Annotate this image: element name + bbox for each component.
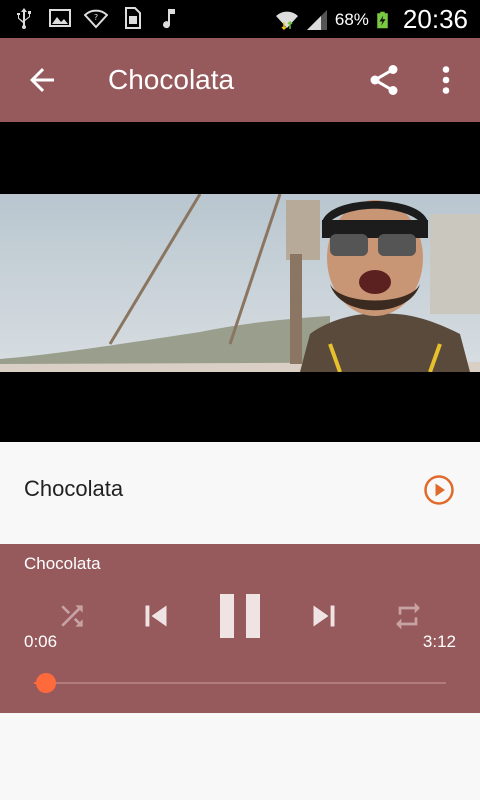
player-track-title: Chocolata (24, 554, 101, 573)
arrow-back-icon[interactable] (24, 62, 60, 98)
battery-charging-icon (377, 11, 388, 28)
skip-previous-icon[interactable] (138, 598, 174, 634)
video-frame (0, 194, 480, 372)
status-notifications: ? (12, 6, 180, 30)
signal-icon (306, 9, 327, 30)
wifi-transfer-icon (275, 11, 298, 30)
sim-icon (125, 7, 141, 29)
skip-next-icon[interactable] (306, 598, 342, 634)
seek-bar[interactable] (34, 672, 446, 694)
image-icon (49, 9, 71, 27)
usb-icon (17, 8, 31, 30)
pause-icon[interactable] (218, 592, 262, 640)
shuffle-icon[interactable] (56, 600, 88, 632)
page-title: Chocolata (108, 64, 235, 95)
play-circle-icon[interactable] (423, 474, 455, 506)
repeat-icon[interactable] (392, 600, 424, 632)
song-list-item[interactable]: Chocolata (0, 442, 480, 544)
status-bar: ? 68% 20:36 (0, 0, 480, 38)
clock: 20:36 (402, 4, 468, 34)
battery-percentage: 68% (334, 9, 369, 29)
app-toolbar: Chocolata (0, 38, 480, 122)
current-time: 0:06 (24, 632, 58, 651)
video-player[interactable] (0, 122, 480, 442)
total-time: 3:12 (422, 632, 456, 651)
more-vert-icon[interactable] (432, 62, 460, 98)
share-icon[interactable] (366, 62, 402, 98)
music-note-icon (163, 9, 175, 29)
song-title: Chocolata (24, 476, 124, 501)
seek-thumb[interactable] (36, 673, 57, 693)
empty-area (0, 713, 480, 800)
seek-track[interactable] (34, 682, 446, 684)
mini-player: Chocolata 0:06 3:12 (0, 544, 480, 713)
status-system: 68% 20:36 (275, 4, 468, 35)
svg-text:?: ? (94, 13, 98, 22)
wifi-icon: ? (84, 9, 108, 29)
